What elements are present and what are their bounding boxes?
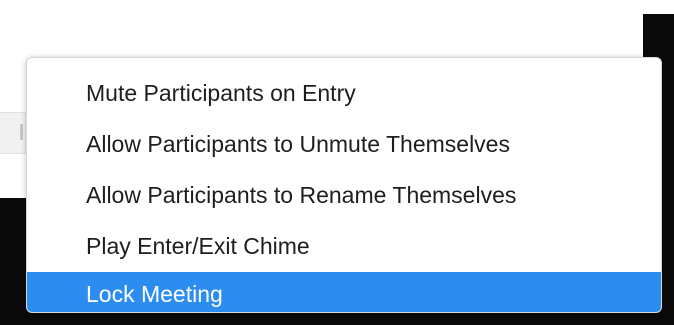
menu-item-mute-participants-on-entry[interactable]: Mute Participants on Entry: [27, 68, 661, 119]
menu-item-lock-meeting[interactable]: Lock Meeting: [27, 272, 661, 312]
menu-item-allow-unmute-themselves[interactable]: Allow Participants to Unmute Themselves: [27, 119, 661, 170]
menu-item-allow-rename-themselves[interactable]: Allow Participants to Rename Themselves: [27, 170, 661, 221]
menu-item-play-enter-exit-chime[interactable]: Play Enter/Exit Chime: [27, 221, 661, 272]
more-options-menu: Mute Participants on Entry Allow Partici…: [26, 57, 662, 313]
background-divider: [20, 124, 23, 140]
menu-list: Mute Participants on Entry Allow Partici…: [27, 58, 661, 312]
